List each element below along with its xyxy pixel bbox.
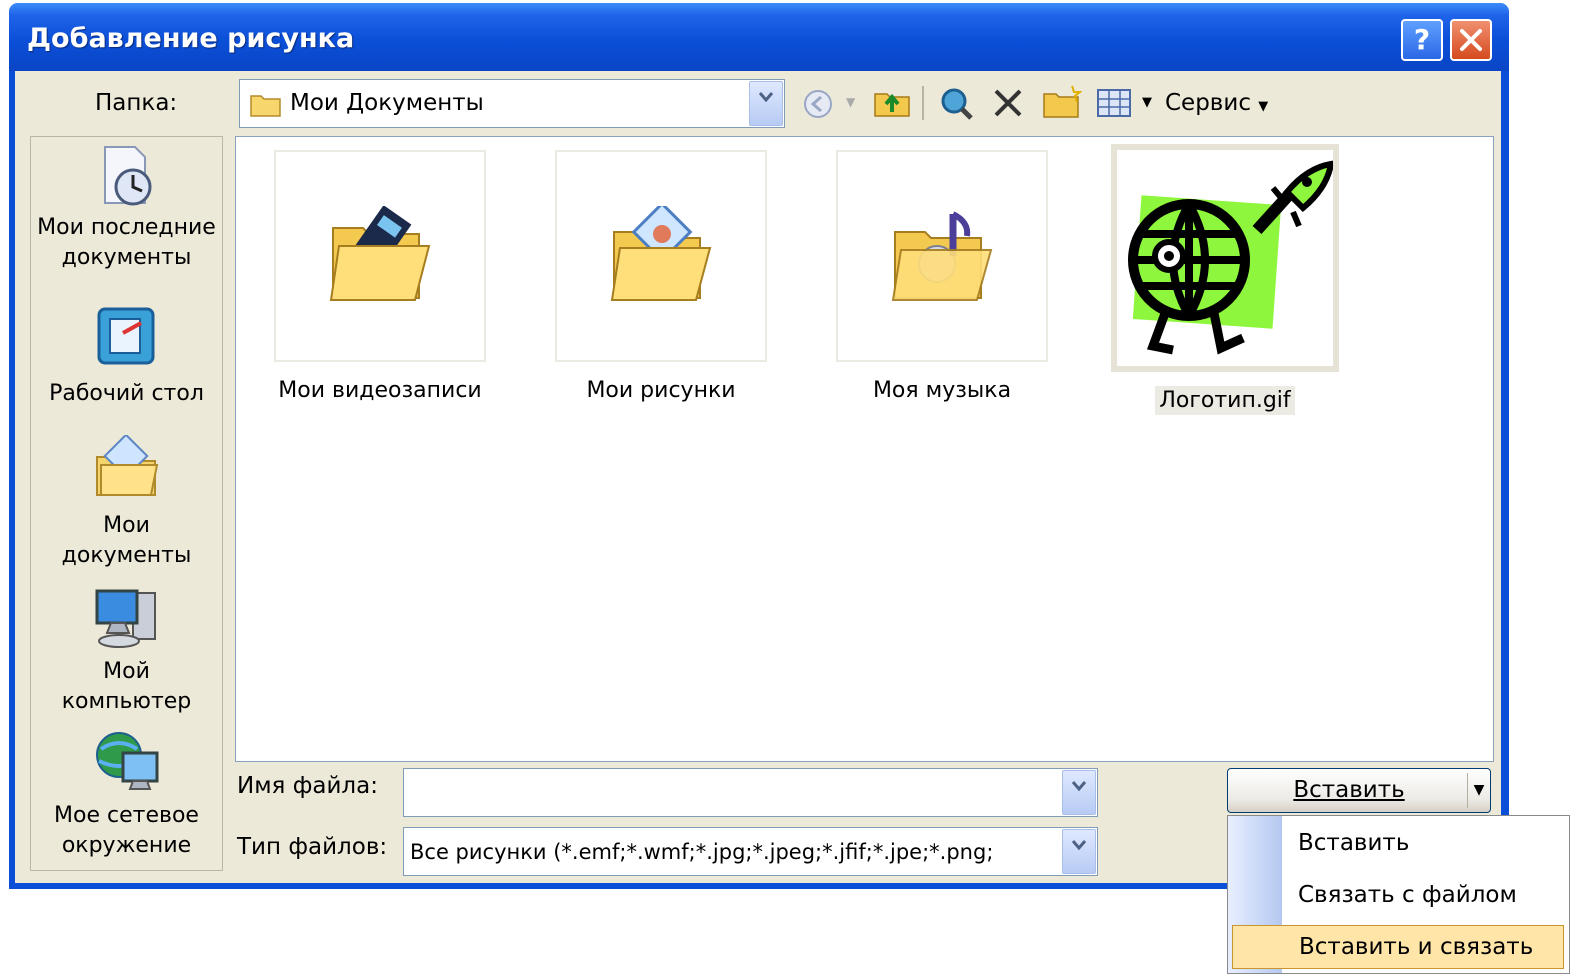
filetype-dropdown-button[interactable]	[1062, 829, 1096, 874]
lookin-value: Мои Документы	[290, 90, 484, 116]
filetype-label: Тип файлов:	[237, 834, 388, 860]
pictures-folder-icon	[610, 206, 712, 301]
file-name: Моя музыка	[872, 378, 1012, 403]
place-network[interactable]: Мое сетевое окружение	[31, 729, 222, 861]
tools-menu-label: Сервис	[1165, 90, 1251, 116]
place-recent[interactable]: Мои последние документы	[31, 143, 222, 273]
file-list-view[interactable]: Мои видеозаписи Мои рисунки Моя музыка Л…	[235, 136, 1494, 762]
file-name: Мои рисунки	[586, 378, 736, 403]
place-my-documents[interactable]: Мои документы	[31, 435, 222, 571]
insert-split-button[interactable]: Вставить ▼	[1227, 768, 1491, 813]
menu-item-link-to-file[interactable]: Связать с файлом	[1298, 882, 1517, 908]
dialog-body: Папка: Мои Документы ▼ ▼ Сервис ▼ Мои по…	[15, 71, 1501, 883]
network-places-icon	[95, 732, 158, 790]
filename-field[interactable]	[403, 768, 1098, 817]
thumbnail	[274, 150, 486, 362]
tools-dropdown-arrow: ▼	[1258, 99, 1269, 114]
insert-dropdown-arrow[interactable]: ▼	[1467, 773, 1490, 808]
my-computer-icon	[95, 589, 156, 648]
dialog-window: Добавление рисунка ? Папка: Мои Документ…	[9, 3, 1509, 889]
file-item-music[interactable]: Моя музыка	[834, 150, 1050, 405]
folder-icon	[250, 95, 281, 117]
logo-globe-image	[1128, 160, 1333, 355]
menu-item-insert-and-link[interactable]: Вставить и связать	[1232, 925, 1564, 969]
chevron-down-icon	[1071, 781, 1087, 792]
file-name: Логотип.gif	[1155, 386, 1295, 415]
title-bar[interactable]: Добавление рисунка ?	[9, 3, 1509, 71]
place-label: Мой компьютер	[61, 659, 192, 714]
help-button[interactable]: ?	[1401, 19, 1443, 61]
place-label: Рабочий стол	[49, 381, 204, 406]
filetype-value: Все рисунки (*.emf;*.wmf;*.jpg;*.jpeg;*.…	[410, 840, 994, 864]
new-folder-icon[interactable]	[1042, 84, 1082, 120]
insert-options-menu: Вставить Связать с файлом Вставить и свя…	[1227, 815, 1570, 974]
close-icon	[1460, 29, 1482, 51]
video-folder-icon	[329, 206, 431, 301]
lookin-label: Папка:	[95, 90, 178, 116]
place-label: Мои документы	[61, 513, 192, 568]
lookin-dropdown-button[interactable]	[749, 81, 783, 126]
insert-button-label: Вставить	[1293, 777, 1405, 803]
lookin-combo[interactable]: Мои Документы	[239, 79, 785, 128]
filetype-select[interactable]: Все рисунки (*.emf;*.wmf;*.jpg;*.jpeg;*.…	[403, 827, 1098, 876]
place-label: Мои последние документы	[37, 215, 216, 270]
my-documents-icon	[95, 435, 158, 496]
file-item-logo[interactable]: Логотип.gif	[1109, 144, 1341, 415]
close-button[interactable]	[1450, 19, 1492, 61]
back-dropdown-arrow[interactable]: ▼	[846, 95, 855, 109]
recent-documents-icon	[103, 146, 151, 206]
music-folder-icon	[891, 211, 993, 301]
filename-label: Имя файла:	[237, 773, 378, 799]
chevron-down-icon	[1071, 840, 1087, 851]
menu-item-insert[interactable]: Вставить	[1298, 830, 1409, 856]
desktop-icon	[97, 307, 154, 365]
tools-menu[interactable]: Сервис ▼	[1165, 90, 1268, 116]
thumbnail	[555, 150, 767, 362]
views-dropdown-arrow[interactable]: ▼	[1142, 95, 1152, 110]
views-icon[interactable]	[1096, 87, 1132, 119]
place-desktop[interactable]: Рабочий стол	[31, 303, 222, 409]
delete-icon[interactable]	[992, 87, 1024, 119]
up-folder-icon[interactable]	[873, 86, 911, 118]
place-label: Мое сетевое окружение	[54, 803, 199, 858]
toolbar-separator	[922, 86, 924, 120]
back-icon[interactable]	[802, 88, 834, 120]
insert-button[interactable]: Вставить	[1228, 769, 1470, 812]
search-web-icon[interactable]	[937, 84, 975, 122]
places-bar: Мои последние документы Рабочий стол Мои…	[30, 136, 223, 871]
thumbnail	[836, 150, 1048, 362]
thumbnail	[1111, 144, 1339, 372]
file-item-pictures[interactable]: Мои рисунки	[553, 150, 769, 405]
place-my-computer[interactable]: Мой компьютер	[31, 585, 222, 717]
file-name: Мои видеозаписи	[278, 378, 482, 403]
chevron-down-icon	[758, 92, 774, 103]
dialog-title: Добавление рисунка	[27, 23, 355, 54]
file-item-videos[interactable]: Мои видеозаписи	[272, 150, 488, 405]
filename-dropdown-button[interactable]	[1062, 770, 1096, 815]
